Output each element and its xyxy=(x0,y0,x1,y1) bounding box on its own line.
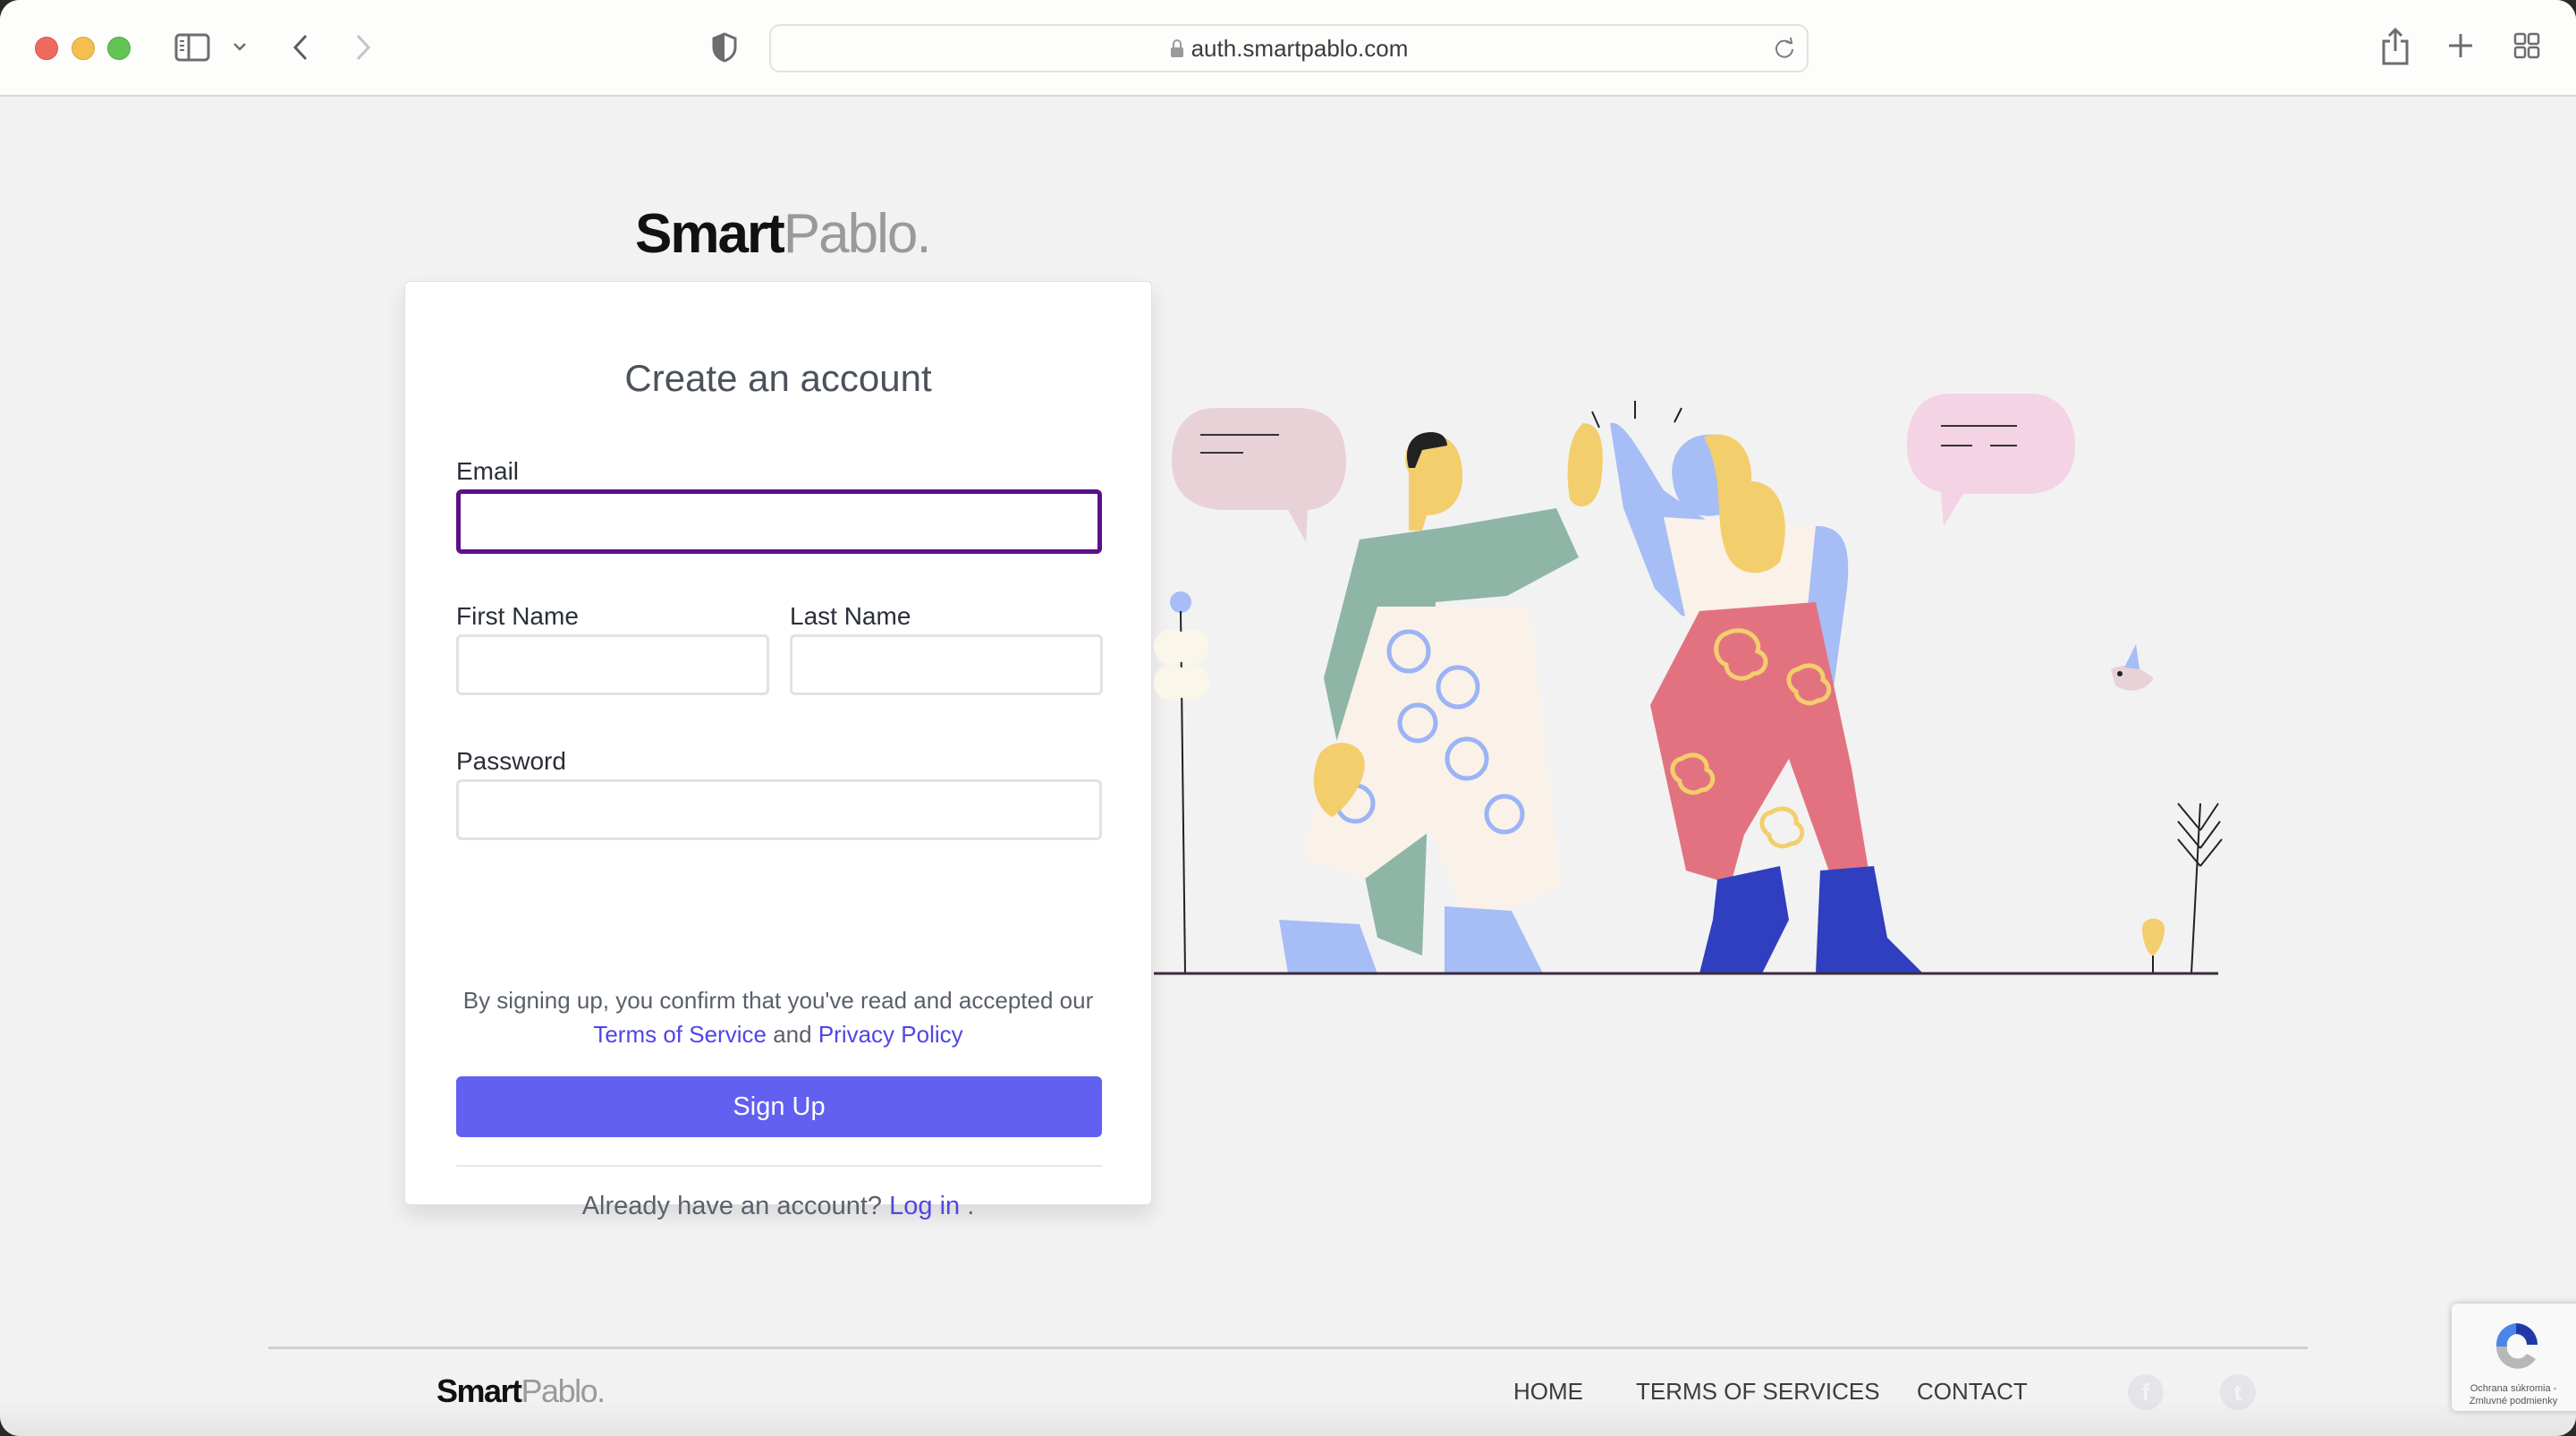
login-suffix: . xyxy=(967,1192,975,1220)
lock-icon xyxy=(1170,38,1184,58)
bird xyxy=(2111,644,2154,691)
address-bar[interactable]: auth.smartpablo.com xyxy=(769,24,1809,72)
chevron-left-icon[interactable] xyxy=(288,30,313,64)
close-window-button[interactable] xyxy=(35,37,58,60)
divider xyxy=(456,1165,1102,1167)
minimize-window-button[interactable] xyxy=(72,37,95,60)
email-label: Email xyxy=(456,457,520,485)
terms-notice: By signing up, you confirm that you've r… xyxy=(405,983,1151,1051)
footer-divider xyxy=(268,1347,2308,1349)
plant-right xyxy=(2142,803,2223,974)
privacy-policy-link[interactable]: Privacy Policy xyxy=(818,1021,963,1048)
bottom-shade xyxy=(0,1400,2576,1436)
speech-bubble-left xyxy=(1172,408,1346,542)
email-field[interactable] xyxy=(456,489,1102,554)
last-name-label: Last Name xyxy=(790,602,911,630)
last-name-field[interactable] xyxy=(790,634,1103,695)
grid-icon[interactable] xyxy=(2512,30,2542,61)
login-prompt: Already have an account? Log in . xyxy=(405,1192,1151,1221)
terms-of-service-link[interactable]: Terms of Service xyxy=(593,1021,767,1048)
chevron-down-icon[interactable] xyxy=(231,36,249,57)
sidebar-icon[interactable] xyxy=(174,33,210,62)
browser-window: auth.smartpablo.com SmartPablo. Create a… xyxy=(0,0,2576,1436)
high-five-illustration xyxy=(1154,383,2227,1045)
browser-toolbar: auth.smartpablo.com xyxy=(0,0,2576,97)
password-field[interactable] xyxy=(456,779,1102,840)
brand-logo-part1: Smart xyxy=(635,203,785,265)
speech-bubble-right xyxy=(1907,394,2075,526)
sign-up-button[interactable]: Sign Up xyxy=(456,1076,1102,1137)
chevron-right-icon[interactable] xyxy=(351,30,376,64)
terms-and: and xyxy=(773,1021,812,1048)
url-text: auth.smartpablo.com xyxy=(1191,34,1409,62)
shield-icon[interactable] xyxy=(710,30,739,64)
plant-left xyxy=(1154,591,1209,974)
log-in-link[interactable]: Log in xyxy=(889,1192,960,1220)
signup-card: Create an account Email First Name Last … xyxy=(404,281,1152,1220)
brand-logo-part2: Pablo. xyxy=(783,203,932,265)
page: SmartPablo. Create an account Email Firs… xyxy=(0,97,2576,1436)
login-prompt-text: Already have an account? xyxy=(581,1192,883,1220)
woman-figure xyxy=(1610,422,1923,973)
share-icon[interactable] xyxy=(2379,27,2411,66)
recaptcha-icon xyxy=(2496,1323,2538,1369)
recaptcha-badge[interactable]: Ochrana súkromia - Zmluvné podmienky xyxy=(2452,1304,2576,1411)
page-title: Create an account xyxy=(624,357,932,399)
reload-icon[interactable] xyxy=(1773,37,1796,60)
man-figure xyxy=(1279,423,1603,973)
brand-logo[interactable]: SmartPablo. xyxy=(635,202,932,266)
password-label: Password xyxy=(456,747,566,775)
plus-icon[interactable] xyxy=(2445,30,2476,61)
first-name-field[interactable] xyxy=(456,634,769,695)
zoom-window-button[interactable] xyxy=(107,37,131,60)
terms-prefix: By signing up, you confirm that you've r… xyxy=(462,987,1094,1014)
first-name-label: First Name xyxy=(456,602,579,630)
recaptcha-links[interactable]: Ochrana súkromia - Zmluvné podmienky xyxy=(2452,1382,2575,1407)
